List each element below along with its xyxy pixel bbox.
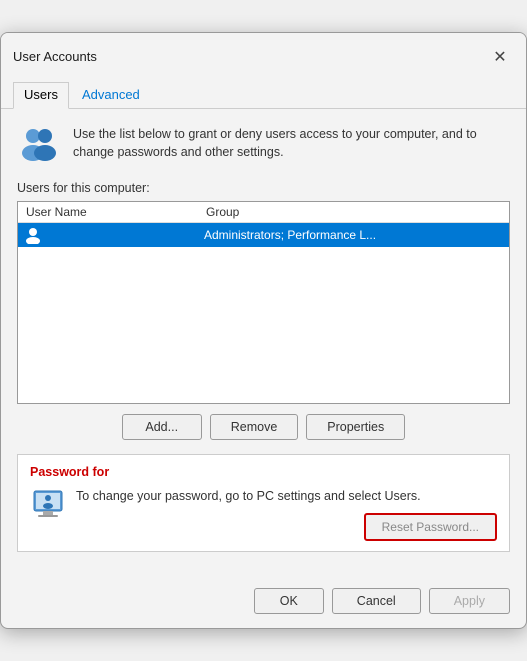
tab-users[interactable]: Users <box>13 82 69 109</box>
user-group-cell: Administrators; Performance L... <box>204 228 503 242</box>
dialog-content: Use the list below to grant or deny user… <box>1 109 526 581</box>
password-info-container: To change your password, go to PC settin… <box>76 487 497 542</box>
pc-icon <box>30 487 66 523</box>
users-group-svg <box>17 123 61 167</box>
user-accounts-dialog: User Accounts ✕ Users Advanced Use the l… <box>0 32 527 630</box>
password-section: Password for To change your pa <box>17 454 510 553</box>
user-table: User Name Group Administrators; Performa… <box>17 201 510 404</box>
table-header: User Name Group <box>18 202 509 223</box>
ok-button[interactable]: OK <box>254 588 324 614</box>
title-bar: User Accounts ✕ <box>1 33 526 71</box>
cancel-button[interactable]: Cancel <box>332 588 421 614</box>
action-buttons: Add... Remove Properties <box>17 414 510 440</box>
table-row[interactable]: Administrators; Performance L... <box>18 223 509 247</box>
add-button[interactable]: Add... <box>122 414 202 440</box>
properties-button[interactable]: Properties <box>306 414 405 440</box>
column-header-username: User Name <box>26 205 206 219</box>
password-section-title: Password for <box>30 465 497 479</box>
info-text: Use the list below to grant or deny user… <box>73 123 510 163</box>
tab-bar: Users Advanced <box>1 75 526 109</box>
tab-advanced[interactable]: Advanced <box>71 82 151 109</box>
bottom-buttons: OK Cancel Apply <box>1 580 526 628</box>
user-row-icon <box>24 226 42 244</box>
dialog-title: User Accounts <box>13 49 97 64</box>
info-row: Use the list below to grant or deny user… <box>17 123 510 167</box>
password-info-text: To change your password, go to PC settin… <box>76 487 497 506</box>
apply-button[interactable]: Apply <box>429 588 510 614</box>
close-button[interactable]: ✕ <box>486 43 514 71</box>
table-body[interactable]: Administrators; Performance L... <box>18 223 509 403</box>
column-header-group: Group <box>206 205 501 219</box>
remove-button[interactable]: Remove <box>210 414 299 440</box>
reset-btn-container: Reset Password... <box>76 513 497 541</box>
password-row: To change your password, go to PC settin… <box>30 487 497 542</box>
reset-password-button[interactable]: Reset Password... <box>364 513 497 541</box>
users-icon <box>17 123 61 167</box>
users-section-label: Users for this computer: <box>17 181 510 195</box>
